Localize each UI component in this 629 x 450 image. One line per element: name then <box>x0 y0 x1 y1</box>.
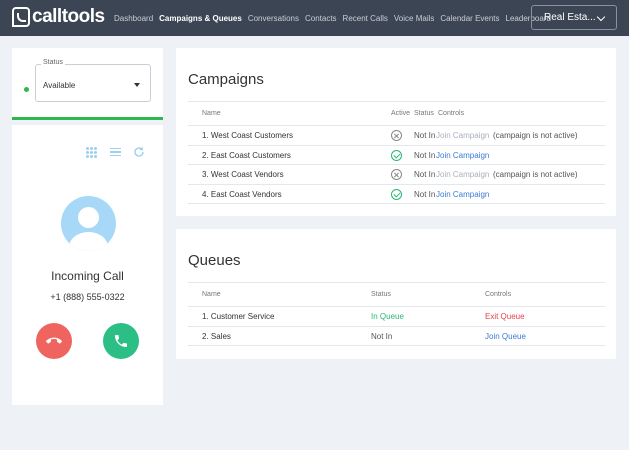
call-tools <box>84 145 146 159</box>
campaign-name: 1. West Coast Customers <box>202 131 293 140</box>
caller-avatar <box>61 196 116 251</box>
join-campaign-button[interactable]: Join Campaign <box>436 190 489 199</box>
status-indicator-dot <box>24 87 29 92</box>
status-value: Available <box>43 81 76 90</box>
status-label: Status <box>41 59 65 66</box>
check-circle-icon <box>391 188 402 200</box>
col-active: Active <box>391 110 411 117</box>
nav-calendar-events[interactable]: Calendar Events <box>440 14 499 23</box>
nav-voice-mails[interactable]: Voice Mails <box>394 14 434 23</box>
nav-contacts[interactable]: Contacts <box>305 14 337 23</box>
col-controls: Controls <box>438 110 465 117</box>
campaign-status: Not In <box>414 131 436 140</box>
incoming-call-title: Incoming Call <box>51 269 124 283</box>
queues-table-header: Name Status Controls <box>188 282 605 307</box>
queues-title: Queues <box>188 252 241 269</box>
nav-campaigns-queues[interactable]: Campaigns & Queues <box>159 14 242 23</box>
status-bar <box>12 117 163 120</box>
campaign-name: 4. East Coast Vendors <box>202 189 282 199</box>
campaigns-table-header: Name Active Status Controls <box>188 101 605 126</box>
dialpad-icon[interactable] <box>84 145 98 159</box>
table-row: 1. West Coast Customers Not In Join Camp… <box>188 126 605 146</box>
join-campaign-button[interactable]: Join Campaign <box>436 170 489 179</box>
phone-icon <box>115 335 127 347</box>
status-select[interactable]: Status Available <box>35 59 151 102</box>
decline-call-button[interactable] <box>36 323 72 359</box>
queues-panel: Queues Name Status Controls 1. Customer … <box>176 229 616 359</box>
table-row: 4. East Coast Vendors Not In Join Campai… <box>188 185 605 204</box>
campaign-name: 2. East Coast Customers <box>202 150 291 160</box>
exit-queue-button[interactable]: Exit Queue <box>485 312 525 321</box>
phone-bubble-icon <box>12 7 30 27</box>
account-label: Real Esta... <box>544 12 596 23</box>
campaign-note: (campaign is not active) <box>493 131 578 140</box>
refresh-icon[interactable] <box>132 145 146 159</box>
table-row: 2. Sales Not In Join Queue <box>188 327 605 346</box>
x-circle-icon <box>391 130 402 141</box>
nav-dashboard[interactable]: Dashboard <box>114 14 153 23</box>
queue-name: 2. Sales <box>202 331 231 341</box>
col-controls: Controls <box>485 291 512 298</box>
status-card: Status Available <box>12 48 163 120</box>
caller-number: +1 (888) 555-0322 <box>50 292 125 302</box>
account-dropdown[interactable]: Real Esta... <box>531 5 617 30</box>
col-name: Name <box>202 291 221 298</box>
logo-text: calltools <box>32 6 105 27</box>
chevron-down-icon <box>596 12 606 22</box>
table-row: 3. West Coast Vendors Not In Join Campai… <box>188 165 605 185</box>
campaign-name: 3. West Coast Vendors <box>202 170 284 179</box>
campaigns-title: Campaigns <box>188 71 264 88</box>
col-name: Name <box>202 110 221 117</box>
queue-status: In Queue <box>371 312 404 321</box>
queue-name: 1. Customer Service <box>202 312 275 321</box>
join-queue-button[interactable]: Join Queue <box>485 332 526 341</box>
campaign-status: Not In <box>414 189 436 199</box>
queue-status: Not In <box>371 331 393 341</box>
top-nav: calltools Dashboard Campaigns & Queues C… <box>0 0 629 36</box>
answer-call-button[interactable] <box>103 323 139 359</box>
list-icon[interactable] <box>108 145 122 159</box>
campaigns-panel: Campaigns Name Active Status Controls 1.… <box>176 48 616 216</box>
x-circle-icon <box>391 169 402 180</box>
campaign-status: Not In <box>414 150 436 160</box>
col-status: Status <box>371 291 391 298</box>
col-status: Status <box>414 110 434 117</box>
join-campaign-button[interactable]: Join Campaign <box>436 131 489 140</box>
queues-table: Name Status Controls 1. Customer Service… <box>188 282 605 346</box>
nav-recent-calls[interactable]: Recent Calls <box>343 14 388 23</box>
caret-down-icon <box>134 83 140 87</box>
call-card: Incoming Call +1 (888) 555-0322 <box>12 125 163 405</box>
nav-conversations[interactable]: Conversations <box>248 14 299 23</box>
campaign-status: Not In <box>414 170 436 179</box>
hangup-icon <box>46 337 62 344</box>
calltools-logo[interactable]: calltools <box>12 6 105 28</box>
table-row: 2. East Coast Customers Not In Join Camp… <box>188 146 605 165</box>
table-row: 1. Customer Service In Queue Exit Queue <box>188 307 605 327</box>
campaigns-table: Name Active Status Controls 1. West Coas… <box>188 101 605 204</box>
check-circle-icon <box>391 149 402 161</box>
nav-links: Dashboard Campaigns & Queues Conversatio… <box>114 0 557 36</box>
campaign-note: (campaign is not active) <box>493 170 578 179</box>
join-campaign-button[interactable]: Join Campaign <box>436 151 489 160</box>
